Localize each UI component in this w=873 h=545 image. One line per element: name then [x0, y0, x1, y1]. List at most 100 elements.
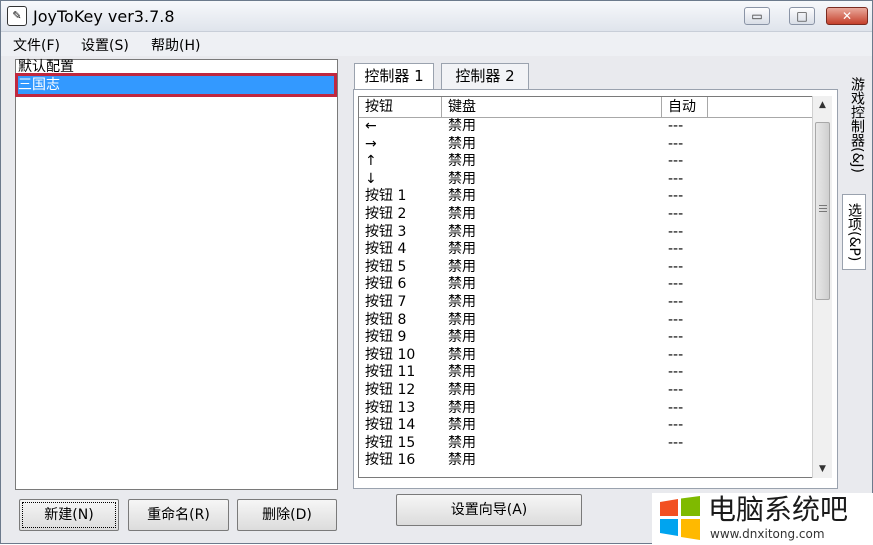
title-bar: ✎ JoyToKey ver3.7.8 ▭ □ ✕ [1, 1, 872, 32]
cell-keyboard: 禁用 [448, 417, 476, 434]
cell-auto: --- [668, 118, 684, 134]
setup-wizard-button[interactable]: 设置向导(A) [396, 494, 582, 526]
table-row[interactable]: 按钮 15 禁用 --- [359, 435, 814, 453]
delete-button[interactable]: 删除(D) [237, 499, 337, 531]
column-header-auto[interactable]: 自动 [662, 97, 708, 117]
table-row[interactable]: → 禁用 --- [359, 136, 814, 154]
menu-settings[interactable]: 设置(S) [81, 35, 129, 55]
cell-auto: --- [668, 364, 684, 381]
table-row[interactable]: 按钮 4 禁用 --- [359, 241, 814, 259]
cell-keyboard: 禁用 [448, 241, 476, 258]
profile-list[interactable]: 默认配置 三国志 [15, 59, 338, 490]
cell-auto: --- [668, 170, 684, 187]
table-row[interactable]: 按钮 12 禁用 --- [359, 382, 814, 400]
cell-auto: --- [668, 293, 684, 310]
cell-keyboard: 禁用 [448, 293, 476, 310]
table-row[interactable]: 按钮 1 禁用 --- [359, 188, 814, 206]
cell-button: 按钮 3 [365, 223, 407, 240]
cell-auto: --- [668, 153, 684, 170]
button-mapping-table[interactable]: 按钮 键盘 自动 ← 禁用 --- → 禁用 --- ↑ 禁用 --- ↓ 禁用 --- 按钮 1 禁用 -… [358, 96, 815, 478]
cell-button: 按钮 1 [365, 188, 407, 205]
cell-button: 按钮 13 [365, 399, 416, 416]
cell-button: ← [365, 118, 377, 134]
cell-button: ↑ [365, 153, 377, 170]
table-row[interactable]: 按钮 11 禁用 --- [359, 364, 814, 382]
cell-keyboard: 禁用 [448, 276, 476, 293]
cell-button: 按钮 11 [365, 364, 416, 381]
watermark: 电脑系统吧 www.dnxitong.com [652, 493, 873, 545]
grip-line [819, 205, 827, 206]
table-row[interactable]: 按钮 14 禁用 --- [359, 417, 814, 435]
minimize-button[interactable]: ▭ [744, 7, 770, 25]
cell-button: 按钮 10 [365, 346, 416, 363]
scroll-thumb[interactable] [815, 122, 830, 300]
cell-button: ↓ [365, 170, 377, 187]
cell-button: 按钮 14 [365, 417, 416, 434]
profile-item-selected[interactable]: 三国志 [15, 73, 337, 97]
column-header-keyboard[interactable]: 键盘 [442, 97, 662, 117]
table-row[interactable]: ↓ 禁用 --- [359, 171, 814, 189]
table-row[interactable]: 按钮 16 禁用 [359, 452, 814, 470]
cell-button: 按钮 16 [365, 452, 416, 469]
cell-keyboard: 禁用 [448, 153, 476, 170]
window-title: JoyToKey ver3.7.8 [33, 7, 175, 26]
table-row[interactable]: ↑ 禁用 --- [359, 153, 814, 171]
table-row[interactable]: 按钮 6 禁用 --- [359, 276, 814, 294]
cell-keyboard: 禁用 [448, 434, 476, 451]
profile-item-default[interactable]: 默认配置 [18, 58, 334, 76]
table-header: 按钮 键盘 自动 [359, 97, 814, 118]
cell-auto: --- [668, 188, 684, 205]
scroll-down-arrow-icon[interactable]: ▼ [813, 460, 832, 478]
cell-button: 按钮 7 [365, 293, 407, 310]
cell-keyboard: 禁用 [448, 205, 476, 222]
cell-button: 按钮 15 [365, 434, 416, 451]
cell-keyboard: 禁用 [448, 364, 476, 381]
table-row[interactable]: 按钮 8 禁用 --- [359, 312, 814, 330]
cell-keyboard: 禁用 [448, 346, 476, 363]
table-row[interactable]: ← 禁用 --- [359, 118, 814, 136]
menu-help[interactable]: 帮助(H) [151, 35, 200, 55]
rename-button[interactable]: 重命名(R) [128, 499, 229, 531]
cell-auto: --- [668, 258, 684, 275]
cell-button: 按钮 9 [365, 329, 407, 346]
table-row[interactable]: 按钮 7 禁用 --- [359, 294, 814, 312]
windows-logo-icon [660, 496, 700, 540]
tab-controller-2[interactable]: 控制器 2 [441, 63, 529, 89]
cell-auto: --- [668, 381, 684, 398]
scroll-up-arrow-icon[interactable]: ▲ [813, 96, 832, 114]
cell-auto: --- [668, 311, 684, 328]
cell-auto: --- [668, 241, 684, 258]
table-row[interactable]: 按钮 3 禁用 --- [359, 224, 814, 242]
cell-keyboard: 禁用 [448, 452, 476, 469]
vertical-scrollbar[interactable]: ▲ ▼ [812, 96, 832, 478]
cell-auto: --- [668, 417, 684, 434]
tab-options[interactable]: 选项(&P) [842, 194, 866, 270]
maximize-button[interactable]: □ [789, 7, 815, 25]
close-button[interactable]: ✕ [826, 7, 868, 25]
column-header-button[interactable]: 按钮 [359, 97, 442, 117]
table-row[interactable]: 按钮 9 禁用 --- [359, 329, 814, 347]
cell-auto: --- [668, 223, 684, 240]
cell-button: 按钮 5 [365, 258, 407, 275]
tab-game-controller[interactable]: 游戏控制器(&J) [844, 61, 868, 189]
table-row[interactable]: 按钮 13 禁用 --- [359, 400, 814, 418]
cell-button: → [365, 135, 377, 152]
menu-file[interactable]: 文件(F) [13, 35, 60, 55]
joystick-icon: ✎ [7, 6, 27, 26]
watermark-title: 电脑系统吧 [708, 493, 849, 526]
cell-keyboard: 禁用 [448, 258, 476, 275]
cell-button: 按钮 12 [365, 381, 416, 398]
grip-line [819, 208, 827, 209]
controller-panel: 按钮 键盘 自动 ← 禁用 --- → 禁用 --- ↑ 禁用 --- ↓ 禁用 --- 按钮 1 禁用 -… [353, 89, 838, 489]
new-button[interactable]: 新建(N) [19, 499, 119, 531]
cell-button: 按钮 6 [365, 276, 407, 293]
cell-auto: --- [668, 276, 684, 293]
table-row[interactable]: 按钮 2 禁用 --- [359, 206, 814, 224]
table-row[interactable]: 按钮 5 禁用 --- [359, 259, 814, 277]
cell-keyboard: 禁用 [448, 135, 476, 152]
tab-controller-1[interactable]: 控制器 1 [354, 63, 434, 89]
cell-button: 按钮 4 [365, 241, 407, 258]
table-row[interactable]: 按钮 10 禁用 --- [359, 347, 814, 365]
cell-keyboard: 禁用 [448, 170, 476, 187]
cell-auto: --- [668, 135, 684, 152]
